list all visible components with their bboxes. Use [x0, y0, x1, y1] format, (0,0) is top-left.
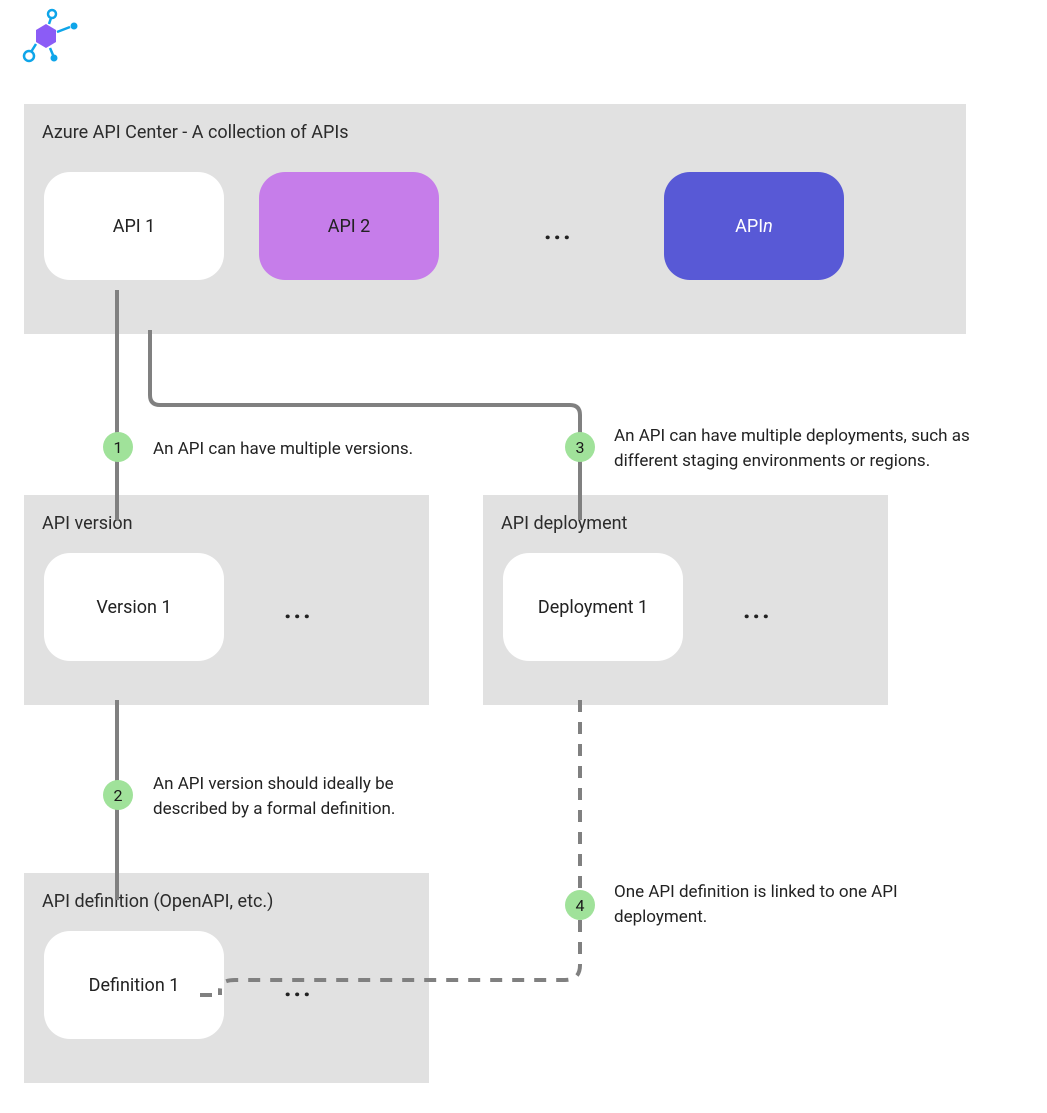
panel-api-center-title: Azure API Center - A collection of APIs	[42, 122, 948, 143]
node-api-1: API 1	[44, 172, 224, 280]
badge-1: 1	[103, 432, 133, 462]
badge-2-num: 2	[114, 786, 123, 805]
node-api-n-prefix: API	[735, 216, 763, 237]
panel-api-version-title: API version	[42, 513, 411, 534]
panel-api-deployment-title: API deployment	[501, 513, 870, 534]
badge-3-num: 3	[576, 438, 585, 457]
badge-4: 4	[565, 890, 595, 920]
panel-api-definition-title: API definition (OpenAPI, etc.)	[42, 891, 411, 912]
annotation-1: An API can have multiple versions.	[153, 437, 413, 462]
api-center-logo-icon	[16, 8, 88, 68]
node-deployment-1-label: Deployment 1	[538, 597, 648, 618]
ellipsis-deployments: ...	[743, 595, 772, 625]
panel-api-deployment: API deployment Deployment 1 ...	[483, 495, 888, 705]
node-deployment-1: Deployment 1	[503, 553, 683, 661]
node-api-n: API n	[664, 172, 844, 280]
panel-api-definition: API definition (OpenAPI, etc.) Definitio…	[24, 873, 429, 1083]
panel-api-version: API version Version 1 ...	[24, 495, 429, 705]
panel-api-center: Azure API Center - A collection of APIs …	[24, 104, 966, 334]
annotation-4: One API definition is linked to one API …	[614, 880, 914, 929]
ellipsis-versions: ...	[284, 595, 313, 625]
badge-3: 3	[565, 432, 595, 462]
node-definition-1-label: Definition 1	[89, 975, 180, 996]
annotation-2: An API version should ideally be describ…	[153, 772, 453, 821]
ellipsis-definitions: ...	[284, 973, 313, 1003]
node-api-2-label: API 2	[328, 216, 371, 237]
node-definition-1: Definition 1	[44, 931, 224, 1039]
ellipsis-apis: ...	[544, 216, 573, 246]
badge-1-num: 1	[114, 438, 123, 457]
badge-2: 2	[103, 780, 133, 810]
node-api-2: API 2	[259, 172, 439, 280]
node-api-1-label: API 1	[113, 216, 156, 237]
node-api-n-suffix: n	[763, 216, 773, 237]
annotation-3: An API can have multiple deployments, su…	[614, 424, 1014, 473]
badge-4-num: 4	[576, 896, 585, 915]
node-version-1-label: Version 1	[96, 597, 171, 618]
node-version-1: Version 1	[44, 553, 224, 661]
